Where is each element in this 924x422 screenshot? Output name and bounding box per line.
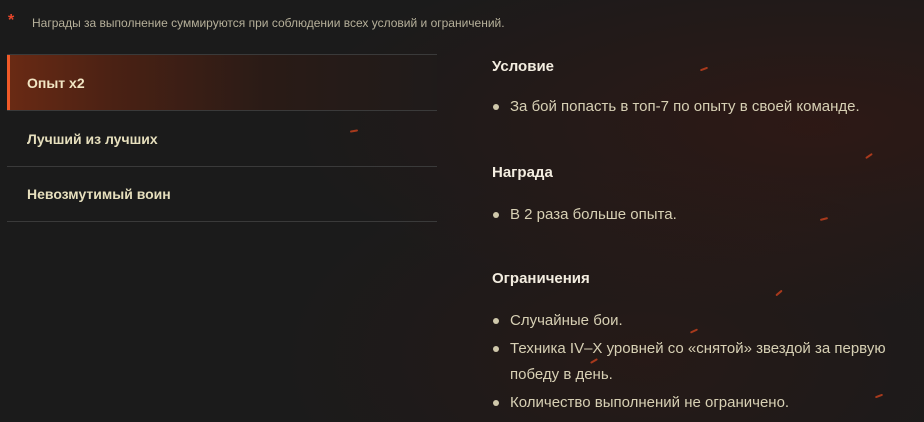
limits-section: Ограничения Случайные бои. Техника IV–X … [492,268,922,418]
mission-tabs: Опыт x2 Лучший из лучших Невозмутимый во… [7,54,437,222]
tab-experience-x2[interactable]: Опыт x2 [7,54,437,110]
limits-list: Случайные бои. Техника IV–X уровней со «… [492,308,922,416]
tab-imperturbable-warrior[interactable]: Невозмутимый воин [7,166,437,222]
item-text: Количество выполнений не ограничено. [510,394,790,411]
note-text: Награды за выполнение суммируются при со… [32,16,505,30]
condition-section: Условие За бой попасть в топ-7 по опыту … [492,56,860,120]
tab-label: Опыт x2 [27,74,85,91]
tab-label: Лучший из лучших [27,130,158,147]
condition-title: Условие [492,58,555,75]
ember-spark [819,216,829,222]
reward-title: Награда [492,164,553,181]
bullet-icon [493,318,499,324]
asterisk-icon: * [8,12,15,29]
reward-section: Награда В 2 раза больше опыта. [492,162,677,228]
list-item: Случайные бои. [492,308,922,334]
tab-label: Невозмутимый воин [27,186,171,202]
bullet-icon [493,212,499,218]
item-text: В 2 раза больше опыта. [510,206,677,223]
bullet-icon [493,400,499,406]
condition-list: За бой попасть в топ-7 по опыту в своей … [492,94,860,120]
rewards-note: * Награды за выполнение суммируются при … [8,12,505,34]
list-item: За бой попасть в топ-7 по опыту в своей … [492,94,860,120]
ember-spark [865,152,873,160]
list-item: Техника IV–X уровней со «снятой» звездой… [492,336,922,388]
bullet-icon [493,104,499,110]
reward-list: В 2 раза больше опыта. [492,202,677,228]
item-text: За бой попасть в топ-7 по опыту в своей … [510,98,860,115]
list-item: В 2 раза больше опыта. [492,202,677,228]
item-text: Случайные бои. [510,312,623,329]
limits-title: Ограничения [492,270,590,287]
item-text: Техника IV–X уровней со «снятой» звездой… [510,340,886,383]
bullet-icon [493,346,499,352]
list-item: Количество выполнений не ограничено. [492,390,922,416]
tab-best-of-best[interactable]: Лучший из лучших [7,110,437,166]
